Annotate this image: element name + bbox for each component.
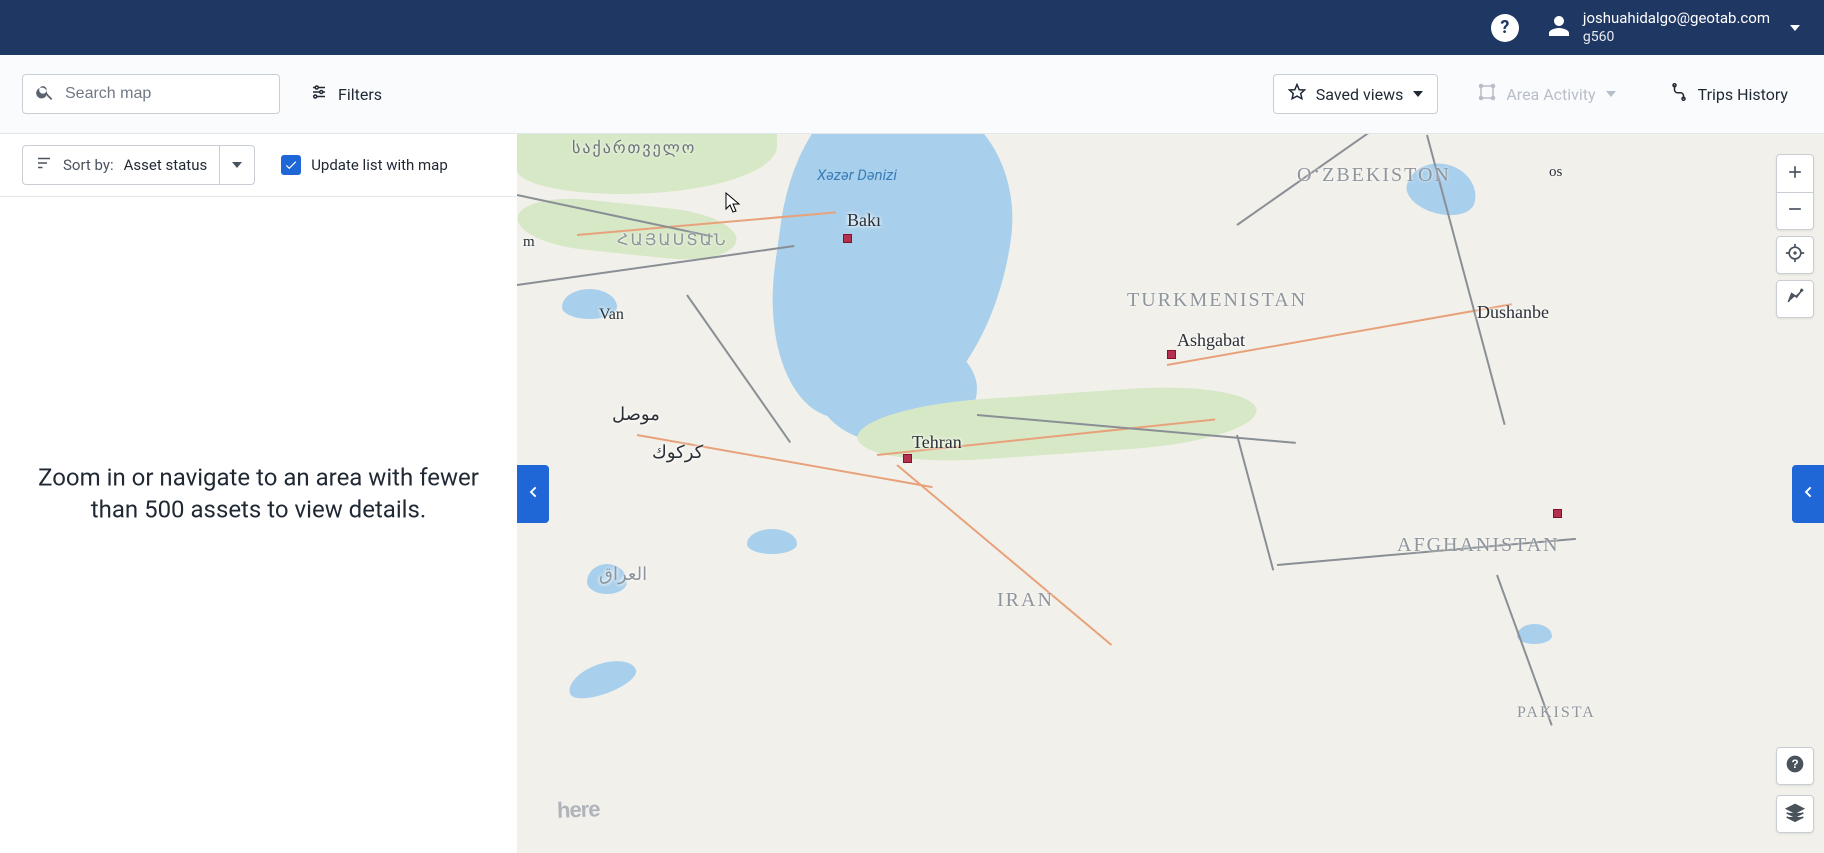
user-text: joshuahidalgo@geotab.com g560	[1583, 9, 1770, 47]
country-label: ՀԱՅԱՍՏԱՆ	[617, 230, 728, 250]
country-border	[1236, 435, 1274, 571]
city-label: موصل	[612, 404, 660, 425]
sort-by-value: Asset status	[124, 156, 208, 174]
update-list-checkbox[interactable]: Update list with map	[281, 155, 448, 175]
help-icon: ?	[1500, 17, 1509, 38]
update-list-label: Update list with map	[311, 156, 448, 174]
trips-history-button[interactable]: Trips History	[1656, 75, 1802, 113]
city-label: Bakı	[847, 210, 881, 231]
locate-button[interactable]	[1776, 236, 1814, 274]
city-marker[interactable]	[903, 454, 912, 463]
zoom-in-button[interactable]	[1776, 154, 1814, 192]
chevron-left-icon	[1800, 481, 1816, 507]
lake-3	[564, 653, 640, 705]
asset-sidebar: Sort by: Asset status Update list with m…	[0, 134, 517, 853]
search-input[interactable]	[65, 85, 272, 103]
sliders-icon	[310, 83, 328, 105]
collapse-right-panel-button[interactable]	[1792, 465, 1824, 523]
saved-views-label: Saved views	[1316, 85, 1404, 104]
chevron-left-icon	[525, 481, 541, 507]
map-controls-top	[1776, 154, 1814, 318]
plus-icon	[1785, 162, 1805, 186]
map-controls-bottom: ?	[1776, 747, 1814, 833]
sort-dropdown-toggle[interactable]	[219, 145, 255, 185]
minus-icon	[1785, 199, 1805, 223]
help-button[interactable]: ?	[1491, 14, 1519, 42]
add-zone-button[interactable]	[1776, 280, 1814, 318]
country-label-ar: العراق	[599, 564, 647, 585]
toolbar: Filters Saved views Area Activity Trips …	[0, 55, 1824, 134]
city-marker[interactable]	[1553, 509, 1562, 518]
trips-history-label: Trips History	[1698, 85, 1788, 104]
city-marker[interactable]	[1167, 350, 1176, 359]
filters-button[interactable]: Filters	[306, 77, 386, 111]
city-label: Ashgabat	[1177, 330, 1245, 351]
city-label: Dushanbe	[1477, 302, 1549, 323]
collapse-sidebar-button[interactable]	[517, 465, 549, 523]
map-attribution: here	[557, 796, 600, 823]
area-activity-button: Area Activity	[1464, 75, 1629, 113]
country-label: TURKMENISTAN	[1127, 289, 1307, 312]
crosshair-icon	[1785, 243, 1805, 267]
edge-label: os	[1549, 164, 1562, 181]
zone-plus-icon	[1785, 287, 1805, 311]
area-activity-label: Area Activity	[1506, 85, 1595, 104]
sort-row: Sort by: Asset status Update list with m…	[0, 134, 517, 197]
country-label: საქართველო	[572, 138, 696, 158]
search-input-wrap[interactable]	[22, 74, 280, 114]
top-navbar: ? joshuahidalgo@geotab.com g560	[0, 0, 1824, 55]
user-org: g560	[1583, 28, 1770, 46]
sidebar-empty-message: Zoom in or navigate to an area with fewe…	[0, 461, 517, 526]
city-label: كركوك	[652, 442, 703, 463]
country-label: PAKISTA	[1517, 704, 1596, 722]
star-icon	[1288, 83, 1306, 105]
search-icon	[35, 82, 55, 106]
help-icon: ?	[1785, 754, 1805, 778]
sort-by-button[interactable]: Sort by: Asset status	[22, 145, 219, 185]
country-label: AFGHANISTAN	[1397, 534, 1560, 557]
map-help-button[interactable]: ?	[1776, 747, 1814, 785]
edge-label: m	[523, 234, 535, 251]
chevron-down-icon	[1606, 91, 1616, 97]
layers-icon	[1785, 802, 1805, 826]
sort-icon	[35, 154, 53, 176]
water-label-caspian: Xəzər Dənizi	[817, 166, 897, 184]
area-icon	[1478, 83, 1496, 105]
country-label: IRAN	[997, 589, 1054, 612]
user-icon	[1547, 14, 1571, 42]
city-label: Tehran	[912, 432, 962, 453]
country-label: OʻZBEKISTON	[1297, 164, 1451, 187]
caret-down-icon	[1790, 25, 1800, 31]
road	[896, 464, 1112, 646]
user-email: joshuahidalgo@geotab.com	[1583, 9, 1770, 29]
mouse-cursor	[725, 192, 741, 214]
map-canvas[interactable]: Xəzər Dənizi TURKMENISTAN IRAN AFGHANIST…	[517, 134, 1824, 853]
route-icon	[1670, 83, 1688, 105]
zoom-out-button[interactable]	[1776, 192, 1814, 230]
city-marker[interactable]	[843, 234, 852, 243]
main-content: Sort by: Asset status Update list with m…	[0, 134, 1824, 853]
checkbox-checked-icon	[281, 155, 301, 175]
caret-down-icon	[232, 162, 242, 168]
filters-label: Filters	[338, 85, 382, 104]
saved-views-button[interactable]: Saved views	[1273, 74, 1439, 114]
sort-by-control[interactable]: Sort by: Asset status	[22, 145, 255, 185]
user-menu[interactable]: joshuahidalgo@geotab.com g560	[1547, 9, 1800, 47]
city-label: Van	[599, 306, 624, 324]
chevron-down-icon	[1413, 91, 1423, 97]
sort-by-label: Sort by:	[63, 156, 114, 174]
svg-text:?: ?	[1791, 758, 1798, 771]
lake-4	[747, 529, 797, 554]
layers-button[interactable]	[1776, 795, 1814, 833]
